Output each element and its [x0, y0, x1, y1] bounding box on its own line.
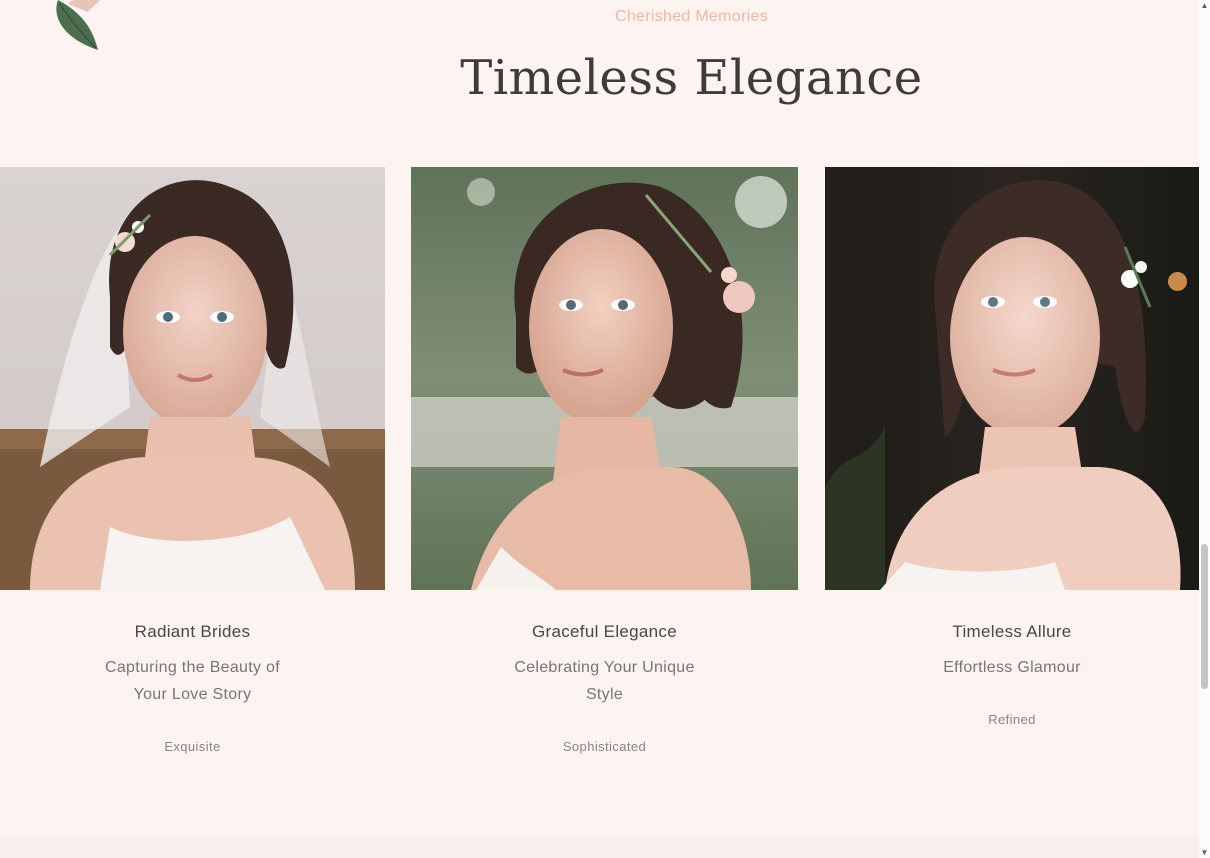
card-text: Graceful Elegance Celebrating Your Uniqu… — [411, 622, 798, 754]
card-title: Timeless Allure — [952, 622, 1072, 641]
bride-photo-image — [825, 167, 1199, 590]
card-title: Graceful Elegance — [532, 622, 677, 641]
gallery-card[interactable]: Graceful Elegance Celebrating Your Uniqu… — [411, 167, 798, 754]
chevron-up-icon[interactable]: ▲ — [1200, 1, 1209, 10]
footer-band — [0, 836, 1199, 858]
dot-icon[interactable] — [1168, 272, 1187, 291]
card-tag: Exquisite — [164, 739, 221, 754]
card-tag: Refined — [988, 712, 1036, 727]
card-title: Radiant Brides — [134, 622, 251, 641]
scroll-thumb[interactable] — [1201, 544, 1208, 689]
gallery-card[interactable]: Timeless Allure Effortless Glamour Refin… — [825, 167, 1199, 727]
card-subtitle: Celebrating Your Unique Style — [514, 659, 695, 703]
gallery-cards: Radiant Brides Capturing the Beauty of Y… — [0, 167, 1199, 754]
scrollbar[interactable]: ▲ ▼ — [1199, 0, 1210, 858]
bride-photo[interactable] — [411, 167, 798, 590]
bride-photo-image — [411, 167, 798, 590]
card-text: Radiant Brides Capturing the Beauty of Y… — [0, 622, 385, 754]
card-subtitle: Effortless Glamour — [943, 659, 1081, 676]
gallery-card[interactable]: Radiant Brides Capturing the Beauty of Y… — [0, 167, 385, 754]
card-subtitle: Capturing the Beauty of Your Love Story — [104, 659, 280, 703]
card-tag: Sophisticated — [562, 739, 647, 754]
bride-photo-image — [0, 167, 385, 590]
section-title: Timeless Elegance — [460, 50, 923, 106]
card-text: Timeless Allure Effortless Glamour Refin… — [825, 622, 1199, 727]
bride-photo[interactable] — [0, 167, 385, 590]
section-eyebrow: Cherished Memories — [614, 8, 768, 25]
page: Cherished Memories Timeless Elegance Rad… — [0, 0, 1210, 858]
bride-photo[interactable] — [825, 167, 1199, 590]
chevron-down-icon[interactable]: ▼ — [1200, 848, 1209, 857]
